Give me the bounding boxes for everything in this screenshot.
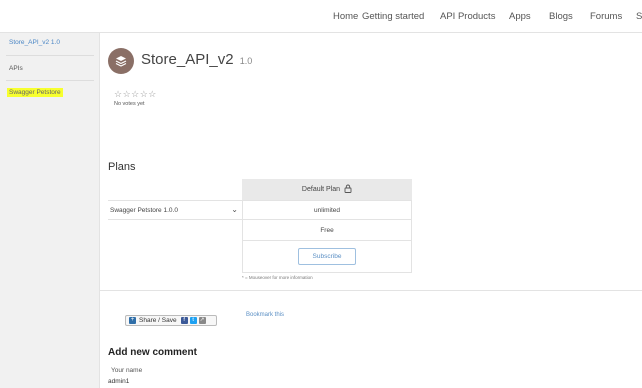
sidebar-item-label: Swagger Petstore	[7, 88, 63, 97]
nav-api-products[interactable]: API Products	[440, 11, 495, 22]
plans-heading: Plans	[108, 161, 136, 173]
votes-text: No votes yet	[114, 101, 145, 107]
sidebar-item-store-api[interactable]: Store_API_v2 1.0	[9, 39, 60, 46]
top-navigation: Home Getting started API Products Apps B…	[0, 0, 642, 33]
sidebar: Store_API_v2 1.0 APIs Swagger Petstore	[0, 33, 100, 388]
page-title: Store_API_v2 1.0	[141, 51, 252, 68]
plans-footnote: * = Mouseover for more information	[242, 275, 313, 280]
sidebar-item-swagger-petstore[interactable]: Swagger Petstore	[7, 88, 63, 97]
sidebar-divider	[6, 80, 94, 81]
plan-price-cell: Free	[242, 220, 412, 241]
nav-truncated-item[interactable]: S	[636, 11, 642, 22]
product-select[interactable]: Swagger Petstore 1.0.0 ⌄	[108, 200, 242, 220]
rating-stars[interactable]: ☆☆☆☆☆	[114, 89, 157, 100]
plan-quota: unlimited	[313, 206, 340, 214]
chevron-down-icon[interactable]: ⌄	[231, 205, 238, 214]
your-name-label: Your name	[111, 367, 143, 374]
facebook-icon[interactable]: f	[180, 317, 188, 324]
bookmark-link[interactable]: Bookmark this	[246, 312, 284, 318]
api-version: 1.0	[239, 56, 253, 66]
nav-forums[interactable]: Forums	[590, 11, 622, 22]
share-plus-icon: +	[129, 317, 136, 324]
sidebar-divider	[6, 55, 94, 56]
comment-heading: Add new comment	[108, 347, 197, 358]
nav-apps[interactable]: Apps	[509, 11, 531, 22]
plan-header-label: Default Plan	[301, 186, 341, 193]
section-divider	[100, 290, 642, 291]
product-select-label: Swagger Petstore 1.0.0	[110, 206, 178, 214]
nav-home[interactable]: Home	[333, 11, 358, 22]
lock-icon	[344, 184, 352, 195]
nav-getting-started[interactable]: Getting started	[362, 11, 424, 22]
twitter-icon[interactable]: t	[189, 317, 197, 324]
share-save-button[interactable]: + Share / Save f t ↗	[125, 315, 217, 326]
plan-header: Default Plan	[242, 179, 412, 200]
share-arrow-icon[interactable]: ↗	[198, 317, 206, 324]
your-name-value: admin1	[108, 378, 130, 385]
api-logo-icon	[108, 48, 134, 74]
plan-quota-cell: unlimited	[242, 200, 412, 220]
api-title-text: Store_API_v2	[141, 51, 234, 68]
plan-price: Free	[320, 226, 334, 234]
nav-blogs[interactable]: Blogs	[549, 11, 573, 22]
share-save-label: Share / Save	[139, 317, 177, 324]
plan-subscribe-cell: Subscribe	[242, 241, 412, 273]
subscribe-button[interactable]: Subscribe	[297, 248, 357, 265]
sidebar-item-apis[interactable]: APIs	[9, 65, 23, 72]
